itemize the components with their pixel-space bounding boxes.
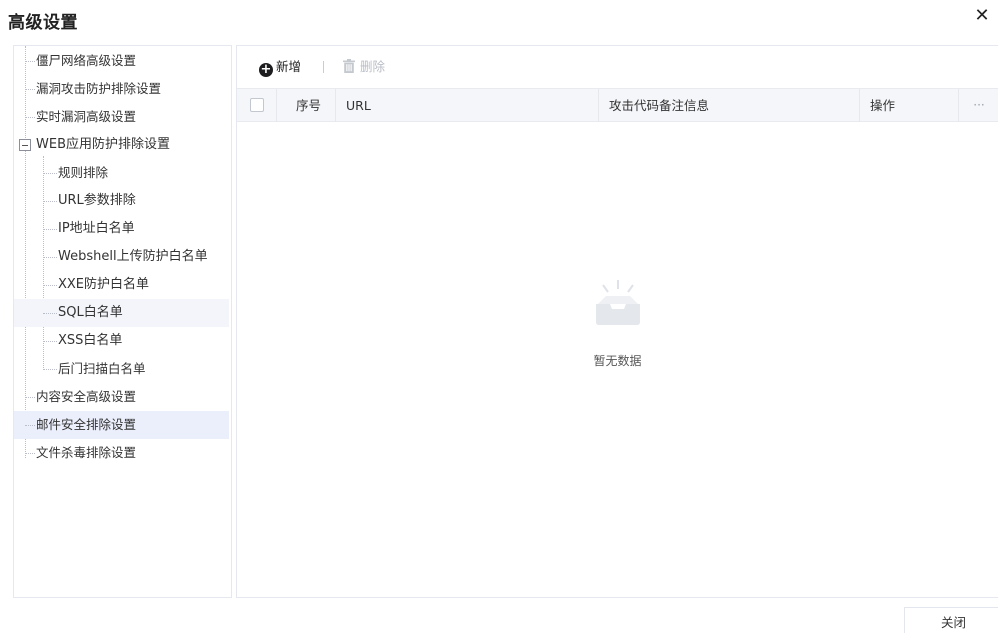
tree-item-label: 后门扫描白名单 [58,361,146,376]
toolbar-divider [323,61,324,73]
settings-tree: 僵尸网络高级设置 漏洞攻击防护排除设置 实时漏洞高级设置 WEB应用防护排除设置… [13,45,232,598]
tree-item-sql-whitelist[interactable]: SQL白名单 [14,299,229,327]
tree-item-label: 漏洞攻击防护排除设置 [36,81,162,96]
select-all-checkbox[interactable] [250,98,264,112]
column-header-label: 攻击代码备注信息 [609,98,710,113]
tree-item-webshell-whitelist[interactable]: Webshell上传防护白名单 [14,243,229,271]
tree-item-vuln-exclusion[interactable]: 漏洞攻击防护排除设置 [14,75,229,103]
tree-item-label: 邮件安全排除设置 [36,417,137,432]
tree-item-label: WEB应用防护排除设置 [36,137,170,152]
column-settings-more-icon[interactable]: ··· [959,89,998,122]
tree-item-botnet[interactable]: 僵尸网络高级设置 [14,47,229,75]
empty-state-text: 暂无数据 [593,354,642,368]
tree-item-label: 文件杀毒排除设置 [36,445,137,460]
tree-item-rule-exclusion[interactable]: 规则排除 [14,159,229,187]
tree-item-label: SQL白名单 [58,305,123,320]
dialog-title: 高级设置 [8,13,78,33]
tree-item-label: IP地址白名单 [58,221,135,236]
delete-button[interactable]: 删除 [343,58,385,76]
tree-item-label: XSS白名单 [58,333,123,348]
plus-circle-icon: + [259,62,273,77]
tree-item-label: 实时漏洞高级设置 [36,109,137,124]
add-button[interactable]: + 新增 [259,58,302,77]
toolbar: + 新增 删除 [237,46,998,88]
column-header-label: 操作 [870,98,896,113]
tree-item-label: URL参数排除 [58,193,136,208]
column-header-label: 序号 [295,98,321,113]
column-header-url[interactable]: URL [336,89,599,122]
tree-item-label: Webshell上传防护白名单 [58,249,208,264]
tree-item-xxe-whitelist[interactable]: XXE防护白名单 [14,271,229,299]
header-select-all [237,89,277,122]
tree-item-label: 内容安全高级设置 [36,389,137,404]
tree-item-mail-security[interactable]: 邮件安全排除设置 [14,411,229,439]
tree-item-web-protection[interactable]: WEB应用防护排除设置 [14,131,229,159]
tree-item-realtime-vuln[interactable]: 实时漏洞高级设置 [14,103,229,131]
close-dialog-button[interactable]: 关闭 [904,607,998,633]
tree-item-xss-whitelist[interactable]: XSS白名单 [14,327,229,355]
tree-item-backdoor-whitelist[interactable]: 后门扫描白名单 [14,355,229,383]
tree-item-label: 僵尸网络高级设置 [36,53,137,68]
tree-item-content-security[interactable]: 内容安全高级设置 [14,383,229,411]
empty-inbox-icon [237,278,998,334]
column-header-operation[interactable]: 操作 [860,89,959,122]
table-header: 序号 URL 攻击代码备注信息 操作 ··· [237,88,998,122]
tree-item-file-antivirus[interactable]: 文件杀毒排除设置 [14,439,229,467]
empty-state: 暂无数据 [237,278,998,369]
trash-icon [343,59,355,73]
collapse-toggle-icon[interactable] [19,139,31,151]
tree-item-url-param[interactable]: URL参数排除 [14,187,229,215]
add-button-label: 新增 [276,59,302,74]
tree-item-ip-whitelist[interactable]: IP地址白名单 [14,215,229,243]
column-header-seq[interactable]: 序号 [277,89,336,122]
close-icon[interactable]: ✕ [972,6,992,26]
tree-item-label: XXE防护白名单 [58,277,150,292]
column-header-label: URL [346,98,371,113]
column-header-remark[interactable]: 攻击代码备注信息 [599,89,860,122]
delete-button-label: 删除 [360,59,386,74]
whitelist-panel: + 新增 删除 序号 URL 攻击代码备注信息 操作 ··· 暂无数据 [236,45,998,598]
tree-item-label: 规则排除 [58,165,109,180]
